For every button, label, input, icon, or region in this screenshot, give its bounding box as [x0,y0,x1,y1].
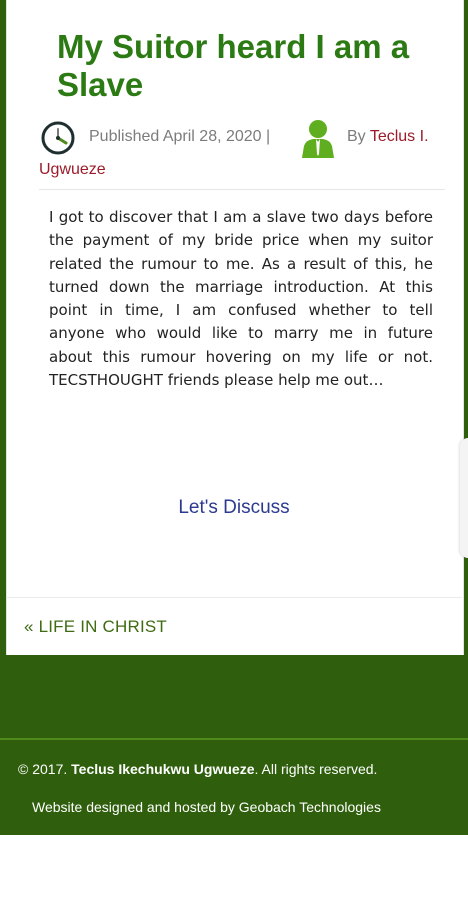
published-prefix: Published [89,128,160,145]
copyright-prefix: © 2017. [18,761,68,777]
edge-scroll-handle[interactable] [460,438,468,558]
post-title: My Suitor heard I am a Slave [57,28,410,103]
by-label: By [347,128,366,145]
published-date: April 28, 2020 [162,128,262,145]
author-link[interactable]: Teclus I. [370,128,429,145]
previous-post-link[interactable]: « LIFE IN CHRIST [24,617,167,637]
nav-divider [6,597,462,598]
author-meta: By Teclus I. [347,128,429,146]
author-link-continued[interactable]: Ugwueze [39,161,106,179]
meta-divider [39,189,445,190]
published-meta: Published April 28, 2020 | [89,128,270,146]
copyright-text: © 2017. Teclus Ikechukwu Ugwueze. All ri… [18,761,377,777]
meta-separator: | [266,128,271,145]
post-body: I got to discover that I am a slave two … [49,208,433,390]
previous-post-label: LIFE IN CHRIST [38,617,168,636]
site-credits: Website designed and hosted by Geobach T… [32,799,381,815]
previous-marker: « [24,617,34,636]
footer-divider [0,738,468,740]
user-icon [302,120,334,158]
clock-icon [41,121,75,155]
copyright-suffix: . All rights reserved. [254,761,378,777]
discuss-link[interactable]: Let's Discuss [0,497,468,519]
copyright-owner: Teclus Ikechukwu Ugwueze [71,761,255,777]
